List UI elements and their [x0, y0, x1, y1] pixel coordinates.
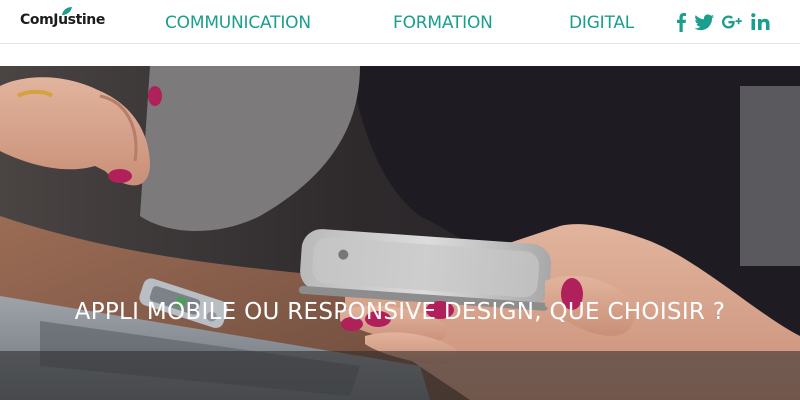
nav-communication[interactable]: COMMUNICATION	[165, 11, 311, 35]
google-plus-icon[interactable]	[719, 9, 745, 35]
hero-caption[interactable]: APPLI MOBILE OU RESPONSIVE DESIGN, QUE C…	[0, 297, 800, 327]
nav-digital[interactable]: DIGITAL	[569, 11, 634, 35]
nav-formation[interactable]: FORMATION	[393, 11, 493, 35]
twitter-icon[interactable]	[691, 9, 717, 35]
hero-banner[interactable]	[0, 66, 800, 400]
hands-holding-smartphone-photo	[0, 66, 800, 400]
site-header: ComJustine COMMUNICATION FORMATION DIGIT…	[0, 0, 800, 44]
leaf-icon	[62, 7, 72, 15]
site-logo[interactable]: ComJustine	[20, 7, 105, 34]
linkedin-icon[interactable]	[748, 9, 774, 35]
caption-bar	[0, 351, 800, 400]
